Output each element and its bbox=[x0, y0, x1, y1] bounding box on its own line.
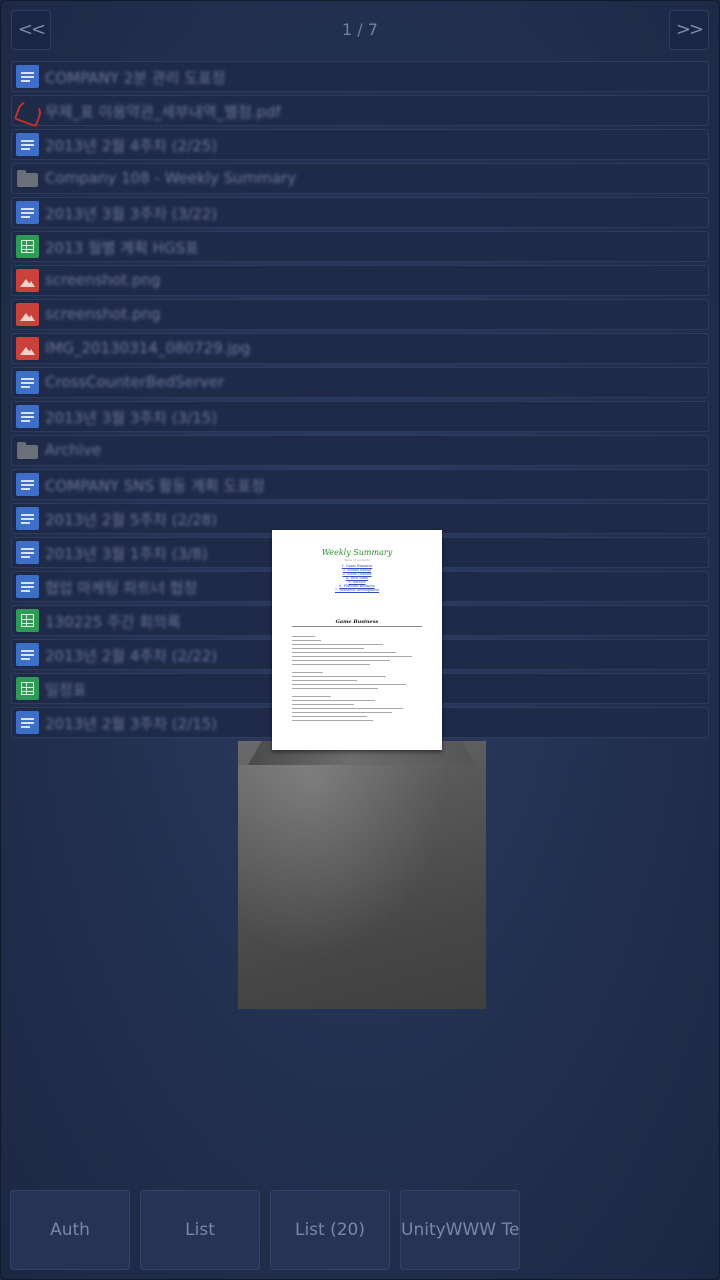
file-list-item[interactable]: CrossCounterBedServer bbox=[11, 367, 709, 398]
preview-text-line bbox=[292, 656, 412, 657]
preview-text-line bbox=[292, 644, 383, 645]
doc-icon bbox=[16, 133, 39, 156]
file-name: screenshot.png bbox=[45, 271, 161, 289]
preview-subtitle: Table of contents bbox=[344, 558, 370, 562]
preview-text-line bbox=[292, 672, 324, 673]
preview-toc: 1. Game Business 2. Mobile Result 3. Cross… bbox=[272, 564, 442, 592]
doc-icon bbox=[16, 65, 39, 88]
preview-text-line bbox=[292, 700, 376, 701]
list-20-button[interactable]: List (20) bbox=[270, 1190, 390, 1270]
preview-text-line bbox=[292, 676, 386, 677]
preview-text-line bbox=[292, 652, 396, 653]
preview-text-line bbox=[292, 720, 373, 721]
doc-icon bbox=[16, 371, 39, 394]
image-icon bbox=[16, 303, 39, 326]
file-name: 2013년 2월 5주차 (2/28) bbox=[45, 511, 218, 529]
file-list-item[interactable]: screenshot.png bbox=[11, 299, 709, 330]
preview-title: Weekly Summary bbox=[321, 548, 393, 557]
doc-icon bbox=[16, 473, 39, 496]
unitywww-test-button[interactable]: UnityWWW Test bbox=[400, 1190, 520, 1270]
folder-icon bbox=[16, 167, 39, 190]
preview-toc-item: 7. Research Development bbox=[334, 588, 380, 592]
file-list-item[interactable]: 무제_표 이용약관_세부내역_별첨.pdf bbox=[11, 95, 709, 126]
preview-text-line bbox=[292, 664, 370, 665]
preview-text-line bbox=[292, 636, 316, 637]
preview-text-line bbox=[292, 680, 357, 681]
file-name: 협업 마케팅 파트너 협정 bbox=[45, 579, 198, 597]
preview-text-line bbox=[292, 696, 331, 697]
sheet-icon bbox=[16, 677, 39, 700]
file-name: 2013년 3월 1주차 (3/8) bbox=[45, 545, 208, 563]
page-counter: 1 / 7 bbox=[342, 20, 378, 39]
folder-icon bbox=[16, 439, 39, 462]
file-list-item[interactable]: COMPANY 2분 관리 도표정 bbox=[11, 61, 709, 92]
file-name: 2013년 2월 4주차 (2/25) bbox=[45, 137, 218, 155]
preview-text-line bbox=[292, 688, 378, 689]
sheet-icon bbox=[16, 235, 39, 258]
list-button[interactable]: List bbox=[140, 1190, 260, 1270]
file-list-item[interactable]: 2013년 3월 3주차 (3/22) bbox=[11, 197, 709, 228]
file-name: 2013년 3월 3주차 (3/15) bbox=[45, 409, 218, 427]
preview-text-line bbox=[292, 648, 364, 649]
file-name: 무제_표 이용약관_세부내역_별첨.pdf bbox=[45, 103, 281, 121]
preview-text-line bbox=[292, 708, 403, 709]
file-name: COMPANY SNS 활동 계획 도표정 bbox=[45, 477, 265, 495]
pdf-icon bbox=[16, 99, 39, 122]
file-name: 2013년 2월 3주차 (2/15) bbox=[45, 715, 218, 733]
file-name: screenshot.png bbox=[45, 305, 161, 323]
doc-icon bbox=[16, 711, 39, 734]
image-icon bbox=[16, 269, 39, 292]
file-list-item[interactable]: 2013 월별 계획 HGS표 bbox=[11, 231, 709, 262]
doc-icon bbox=[16, 575, 39, 598]
file-list-item[interactable]: IMG_20130314_080729.jpg bbox=[11, 333, 709, 364]
file-list-item[interactable]: 2013년 2월 4주차 (2/25) bbox=[11, 129, 709, 160]
preview-text-line bbox=[292, 704, 355, 705]
preview-text-line bbox=[292, 684, 407, 685]
doc-icon bbox=[16, 541, 39, 564]
image-icon bbox=[16, 337, 39, 360]
file-name: COMPANY 2분 관리 도표정 bbox=[45, 69, 226, 87]
pedestal-highlight bbox=[238, 765, 486, 1009]
preview-section-heading: Game Business bbox=[292, 619, 422, 627]
file-name: Company 108 - Weekly Summary bbox=[45, 169, 297, 187]
next-page-button[interactable]: >> bbox=[669, 10, 709, 50]
file-list-item[interactable]: screenshot.png bbox=[11, 265, 709, 296]
file-name: IMG_20130314_080729.jpg bbox=[45, 339, 251, 357]
file-list-item[interactable]: 2013년 3월 3주차 (3/15) bbox=[11, 401, 709, 432]
preview-text-line bbox=[292, 660, 390, 661]
file-list-item[interactable]: Company 108 - Weekly Summary bbox=[11, 163, 709, 194]
file-name: Archive bbox=[45, 441, 102, 459]
file-list-item[interactable]: Archive bbox=[11, 435, 709, 466]
file-name: CrossCounterBedServer bbox=[45, 373, 225, 391]
document-preview[interactable]: Weekly Summary Table of contents 1. Game… bbox=[272, 530, 442, 750]
sheet-icon bbox=[16, 609, 39, 632]
preview-text-line bbox=[292, 712, 393, 713]
auth-button[interactable]: Auth bbox=[10, 1190, 130, 1270]
doc-icon bbox=[16, 201, 39, 224]
file-name: 2013년 2월 4주차 (2/22) bbox=[45, 647, 218, 665]
preview-body-text bbox=[292, 636, 422, 724]
doc-icon bbox=[16, 643, 39, 666]
file-list-item[interactable]: COMPANY SNS 활동 계획 도표정 bbox=[11, 469, 709, 500]
preview-text-line bbox=[292, 716, 368, 717]
preview-text-line bbox=[292, 640, 321, 641]
file-name: 일정표 bbox=[45, 681, 87, 699]
doc-icon bbox=[16, 507, 39, 530]
doc-icon bbox=[16, 405, 39, 428]
file-name: 130225 주간 회의록 bbox=[45, 613, 181, 631]
file-name: 2013 월별 계획 HGS표 bbox=[45, 239, 199, 257]
file-name: 2013년 3월 3주차 (3/22) bbox=[45, 205, 218, 223]
